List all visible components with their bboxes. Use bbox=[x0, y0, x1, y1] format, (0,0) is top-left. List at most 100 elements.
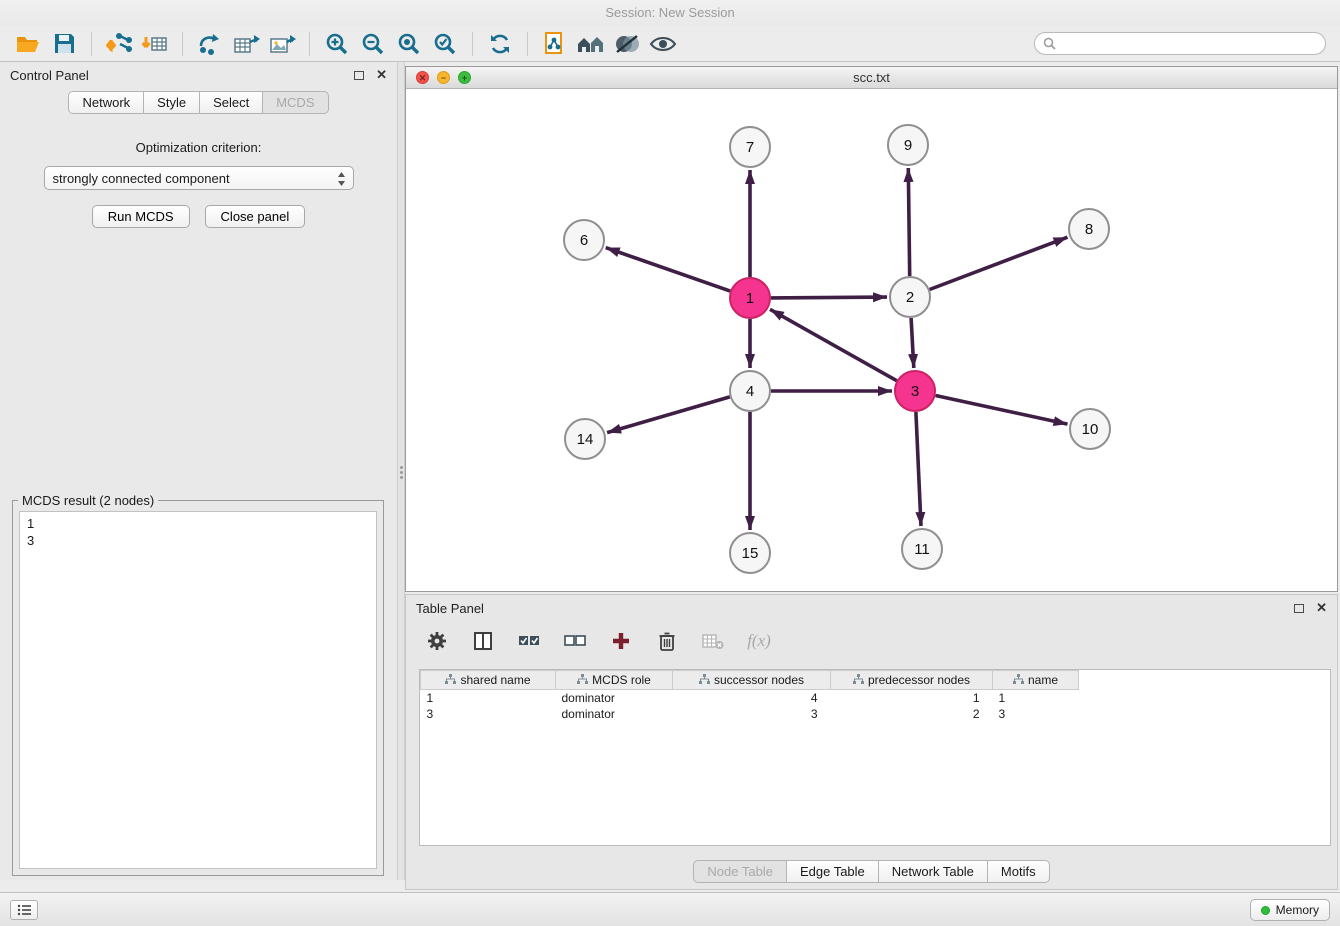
svg-text:11: 11 bbox=[914, 541, 930, 558]
zoom-out-button[interactable] bbox=[355, 29, 391, 59]
import-network-button[interactable] bbox=[101, 29, 137, 59]
copy-network-button[interactable] bbox=[537, 29, 573, 59]
graph-node-4[interactable]: 4 bbox=[730, 371, 770, 411]
svg-text:2: 2 bbox=[906, 289, 914, 306]
graph-node-7[interactable]: 7 bbox=[730, 127, 770, 167]
graph-node-2[interactable]: 2 bbox=[890, 277, 930, 317]
criterion-dropdown[interactable]: strongly connected component bbox=[44, 166, 354, 190]
tab-motifs[interactable]: Motifs bbox=[987, 860, 1050, 883]
graph-edge-3-1[interactable] bbox=[770, 309, 897, 380]
graph-edge-1-6[interactable] bbox=[606, 248, 731, 292]
window-close-button[interactable]: ✕ bbox=[416, 71, 429, 84]
tab-node-table[interactable]: Node Table bbox=[693, 860, 787, 883]
table-settings-button[interactable] bbox=[424, 628, 450, 654]
style-compare-button[interactable] bbox=[609, 29, 645, 59]
table-cell[interactable]: 3 bbox=[993, 706, 1079, 722]
panel-list-button[interactable] bbox=[10, 900, 38, 920]
graph-edge-2-3[interactable] bbox=[911, 318, 914, 368]
graph-edge-3-10[interactable] bbox=[936, 396, 1068, 425]
zoom-fit-icon bbox=[397, 32, 421, 56]
tab-network-table[interactable]: Network Table bbox=[878, 860, 988, 883]
table-row[interactable]: 3dominator323 bbox=[421, 706, 1079, 722]
graph-edge-3-11[interactable] bbox=[916, 412, 921, 526]
save-session-button[interactable] bbox=[46, 29, 82, 59]
graph-edge-4-14[interactable] bbox=[607, 397, 730, 433]
memory-button[interactable]: Memory bbox=[1250, 899, 1330, 921]
mcds-result-box: MCDS result (2 nodes) 13 bbox=[12, 500, 384, 876]
table-row[interactable]: 1dominator411 bbox=[421, 690, 1079, 706]
network-overview-button[interactable] bbox=[573, 29, 609, 59]
svg-text:1: 1 bbox=[746, 290, 754, 307]
graph-node-8[interactable]: 8 bbox=[1069, 209, 1109, 249]
float-table-panel-icon[interactable] bbox=[1294, 604, 1304, 613]
splitter-handle[interactable] bbox=[400, 464, 403, 481]
show-columns-button[interactable] bbox=[470, 628, 496, 654]
table-cell[interactable]: 4 bbox=[673, 690, 831, 706]
table-cell[interactable]: 2 bbox=[831, 706, 993, 722]
search-box[interactable] bbox=[1034, 32, 1326, 55]
search-input[interactable] bbox=[1061, 37, 1317, 51]
column-header-shared-name[interactable]: shared name bbox=[421, 671, 556, 690]
graph-node-14[interactable]: 14 bbox=[565, 419, 605, 459]
tab-network[interactable]: Network bbox=[68, 91, 144, 114]
graph-edge-1-2[interactable] bbox=[771, 297, 887, 298]
graph-node-9[interactable]: 9 bbox=[888, 125, 928, 165]
table-panel: Table Panel ✕ bbox=[405, 594, 1338, 890]
delete-table-button[interactable] bbox=[700, 628, 726, 654]
close-panel-icon[interactable]: ✕ bbox=[376, 70, 387, 80]
export-image-icon bbox=[269, 32, 296, 56]
deselect-all-button[interactable] bbox=[562, 628, 588, 654]
function-builder-button[interactable]: f(x) bbox=[746, 628, 772, 654]
mcds-result-list[interactable]: 13 bbox=[19, 511, 377, 869]
graph-node-1[interactable]: 1 bbox=[730, 278, 770, 318]
column-header-MCDS-role[interactable]: MCDS role bbox=[556, 671, 673, 690]
window-zoom-button[interactable]: + bbox=[458, 71, 471, 84]
panel-splitter[interactable] bbox=[397, 62, 405, 880]
run-mcds-button[interactable]: Run MCDS bbox=[92, 205, 190, 228]
graph-node-11[interactable]: 11 bbox=[902, 529, 942, 569]
float-panel-icon[interactable] bbox=[354, 71, 364, 80]
show-hide-panel-button[interactable] bbox=[645, 29, 681, 59]
close-table-panel-icon[interactable]: ✕ bbox=[1316, 603, 1327, 613]
import-table-button[interactable] bbox=[137, 29, 173, 59]
import-table-icon bbox=[142, 32, 168, 56]
column-header-predecessor-nodes[interactable]: predecessor nodes bbox=[831, 671, 993, 690]
zoom-selected-button[interactable] bbox=[427, 29, 463, 59]
tab-mcds[interactable]: MCDS bbox=[262, 91, 328, 114]
graph-node-6[interactable]: 6 bbox=[564, 220, 604, 260]
network-graph-canvas[interactable]: 7 9 6 8 1 2 4 3 14 10 15 11 bbox=[406, 89, 1337, 591]
zoom-in-button[interactable] bbox=[319, 29, 355, 59]
column-header-successor-nodes[interactable]: successor nodes bbox=[673, 671, 831, 690]
close-panel-button[interactable]: Close panel bbox=[205, 205, 306, 228]
eye-icon bbox=[649, 34, 677, 54]
column-header-name[interactable]: name bbox=[993, 671, 1079, 690]
select-all-button[interactable] bbox=[516, 628, 542, 654]
graph-node-3[interactable]: 3 bbox=[895, 371, 935, 411]
delete-row-button[interactable] bbox=[654, 628, 680, 654]
svg-text:8: 8 bbox=[1085, 221, 1093, 238]
table-cell[interactable]: 1 bbox=[993, 690, 1079, 706]
table-cell[interactable]: 3 bbox=[673, 706, 831, 722]
tab-select[interactable]: Select bbox=[199, 91, 263, 114]
export-table-button[interactable] bbox=[228, 29, 264, 59]
table-cell[interactable]: 1 bbox=[421, 690, 556, 706]
add-row-button[interactable] bbox=[608, 628, 634, 654]
refresh-view-button[interactable] bbox=[482, 29, 518, 59]
open-session-button[interactable] bbox=[10, 29, 46, 59]
node-table[interactable]: shared nameMCDS rolesuccessor nodesprede… bbox=[419, 669, 1331, 846]
export-image-button[interactable] bbox=[264, 29, 300, 59]
table-cell[interactable]: 3 bbox=[421, 706, 556, 722]
graph-edge-2-9[interactable] bbox=[908, 168, 909, 276]
graph-node-15[interactable]: 15 bbox=[730, 533, 770, 573]
tab-style[interactable]: Style bbox=[143, 91, 200, 114]
table-cell[interactable]: dominator bbox=[556, 706, 673, 722]
table-cell[interactable]: 1 bbox=[831, 690, 993, 706]
tab-edge-table[interactable]: Edge Table bbox=[786, 860, 879, 883]
graph-node-10[interactable]: 10 bbox=[1070, 409, 1110, 449]
import-network-icon bbox=[106, 32, 132, 56]
graph-edge-2-8[interactable] bbox=[930, 237, 1068, 289]
export-network-button[interactable] bbox=[192, 29, 228, 59]
window-minimize-button[interactable]: − bbox=[437, 71, 450, 84]
zoom-fit-button[interactable] bbox=[391, 29, 427, 59]
table-cell[interactable]: dominator bbox=[556, 690, 673, 706]
